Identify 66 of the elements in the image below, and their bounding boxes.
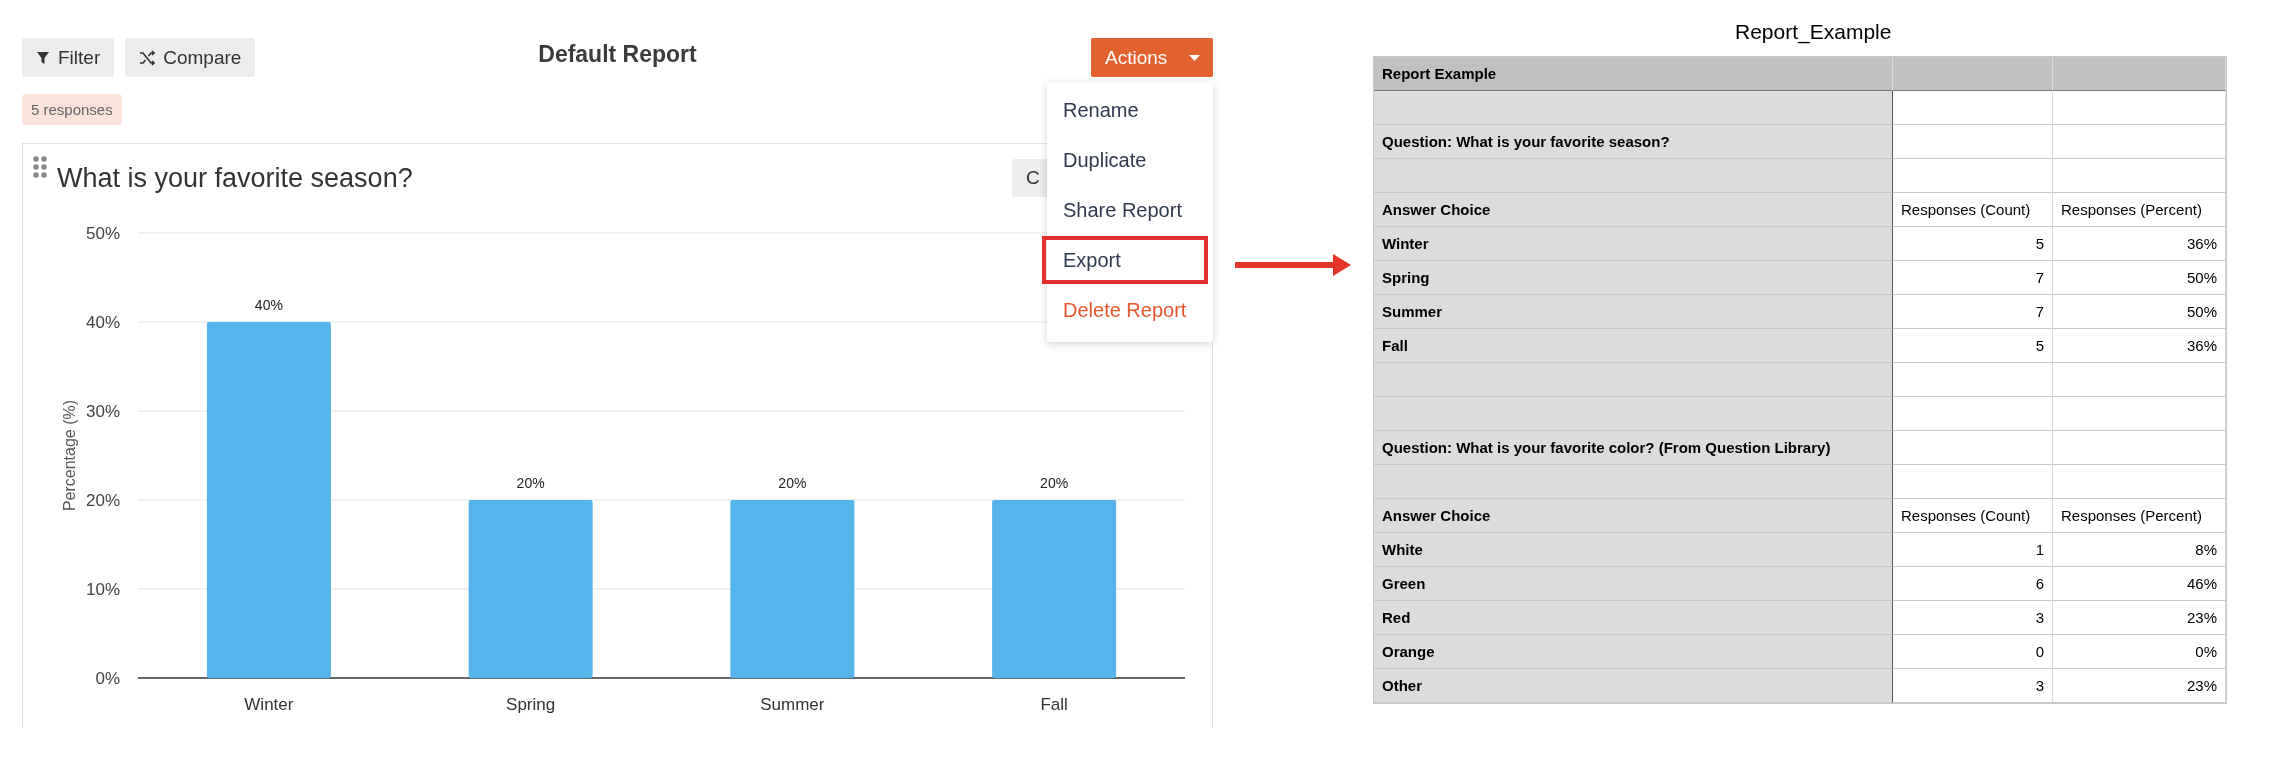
bar-value-label: 20% [778, 475, 807, 491]
table-cell: 3 [1893, 601, 2053, 635]
table-cell: Winter [1374, 227, 1893, 261]
table-cell: Question: What is your favorite season? [1374, 125, 1893, 159]
table-cell: Question: What is your favorite color? (From Question Library) [1374, 431, 1893, 465]
menu-item[interactable]: Export [1042, 236, 1208, 284]
y-axis-title: Percentage (%) [61, 399, 78, 512]
report-title: Default Report [538, 40, 697, 68]
table-cell: Other [1374, 669, 1893, 703]
table-cell: 8% [2053, 533, 2226, 567]
table-cell: 36% [2053, 329, 2226, 363]
menu-item[interactable]: Delete Report [1047, 286, 1213, 334]
table-cell: Report Example [1374, 57, 1893, 91]
menu-item[interactable]: Rename [1047, 86, 1213, 134]
y-tick-label: 20% [85, 491, 120, 510]
y-tick-label: 10% [85, 580, 120, 599]
table-cell: Red [1374, 601, 1893, 635]
table-cell: 6 [1893, 567, 2053, 601]
table-cell: 1 [1893, 533, 2053, 567]
question-title: What is your favorite season? [57, 162, 414, 194]
x-category-label: Spring [506, 695, 556, 714]
drag-handle-icon [33, 156, 47, 178]
bar-value-label: 20% [516, 475, 545, 491]
y-tick-label: 50% [85, 224, 120, 243]
table-cell: 0 [1893, 635, 2053, 669]
caret-icon [1189, 54, 1201, 61]
table-cell: Responses (Count) [1893, 193, 2053, 227]
filter-icon [36, 50, 50, 65]
table-cell: Responses (Percent) [2053, 499, 2226, 533]
table-cell: 36% [2053, 227, 2226, 261]
sheet-title: Report_Example [1735, 20, 1892, 46]
table-cell: 3 [1893, 669, 2053, 703]
right-arrow-icon [1235, 254, 1351, 276]
table-cell: 50% [2053, 261, 2226, 295]
bar-value-label: 20% [1040, 475, 1069, 491]
x-category-label: Fall [1040, 695, 1068, 714]
y-tick-label: 30% [85, 402, 120, 421]
table-cell: 23% [2053, 601, 2226, 635]
table-cell: Answer Choice [1374, 193, 1893, 227]
table-cell: 7 [1893, 295, 2053, 329]
table-cell: Fall [1374, 329, 1893, 363]
table-cell: Responses (Count) [1893, 499, 2053, 533]
table-cell: White [1374, 533, 1893, 567]
y-tick-label: 0% [95, 669, 120, 688]
table-cell: Answer Choice [1374, 499, 1893, 533]
compare-button[interactable]: Compare [125, 38, 256, 77]
table-cell: 46% [2053, 567, 2226, 601]
bar-value-label: 40% [254, 297, 283, 313]
shuffle-icon [139, 49, 156, 66]
table-cell: 5 [1893, 227, 2053, 261]
table-cell: 23% [2053, 669, 2226, 703]
filter-button[interactable]: Filter [22, 38, 115, 77]
table-cell: 50% [2053, 295, 2226, 329]
x-category-label: Summer [760, 695, 825, 714]
x-category-label: Winter [244, 695, 294, 714]
table-cell: Responses (Percent) [2053, 193, 2226, 227]
responses-badge: 5 responses [22, 94, 122, 125]
table-cell: Spring [1374, 261, 1893, 295]
table-cell: Orange [1374, 635, 1893, 669]
actions-button[interactable]: Actions [1091, 38, 1213, 77]
table-cell: 7 [1893, 261, 2053, 295]
y-tick-label: 40% [85, 313, 120, 332]
table-cell: 0% [2053, 635, 2226, 669]
table-cell: Summer [1374, 295, 1893, 329]
table-cell: 5 [1893, 329, 2053, 363]
table-cell: Green [1374, 567, 1893, 601]
